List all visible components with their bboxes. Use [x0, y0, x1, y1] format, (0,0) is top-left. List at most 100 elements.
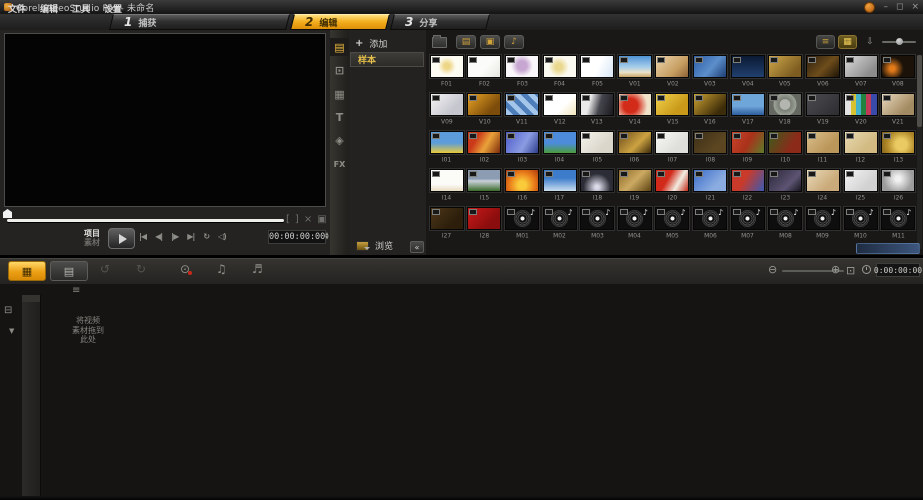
- thumbnail-V05[interactable]: V05: [767, 55, 805, 90]
- add-gallery-button[interactable]: + 添加: [355, 37, 387, 50]
- thumbnail-V06[interactable]: V06: [804, 55, 842, 90]
- thumbnail-I16[interactable]: I16: [503, 169, 541, 204]
- sort-button[interactable]: ⇩: [862, 35, 878, 49]
- library-nav-transition-icon[interactable]: ⊡: [330, 61, 349, 79]
- library-scrollbar-thumb[interactable]: [917, 55, 922, 127]
- clock-icon[interactable]: [862, 265, 871, 274]
- zoom-out-icon[interactable]: ⊖: [768, 263, 777, 276]
- thumbnail-I03[interactable]: I03: [503, 131, 541, 166]
- thumbnail-M03[interactable]: ♪M03: [578, 207, 616, 242]
- thumbnail-I10[interactable]: I10: [767, 131, 805, 166]
- library-nav-title-icon[interactable]: T: [330, 108, 349, 126]
- close-button[interactable]: ×: [911, 2, 919, 12]
- filter-photos-button[interactable]: ▣: [480, 35, 500, 49]
- prev-frame-icon[interactable]: ◀|: [155, 232, 162, 241]
- thumbnail-I27[interactable]: I27: [428, 207, 466, 242]
- gallery-item-sample[interactable]: 样本: [350, 52, 424, 67]
- library-nav-instant-project-icon[interactable]: ▦: [330, 85, 349, 103]
- thumbnail-V07[interactable]: V07: [842, 55, 880, 90]
- thumbnail-I07[interactable]: I07: [654, 131, 692, 166]
- thumbnail-M07[interactable]: ♪M07: [729, 207, 767, 242]
- thumbnail-F02[interactable]: F02: [466, 55, 504, 90]
- thumbnail-V21[interactable]: V21: [879, 93, 917, 128]
- thumbnail-I22[interactable]: I22: [729, 169, 767, 204]
- sound-mixer-icon[interactable]: ♫: [216, 262, 227, 276]
- thumbnail-I06[interactable]: I06: [616, 131, 654, 166]
- thumbnail-M10[interactable]: ♪M10: [842, 207, 880, 242]
- thumbnail-F03[interactable]: F03: [503, 55, 541, 90]
- thumbnail-F01[interactable]: F01: [428, 55, 466, 90]
- thumbnail-V16[interactable]: V16: [691, 93, 729, 128]
- record-capture-icon[interactable]: ⊙: [180, 262, 190, 276]
- thumbnail-I01[interactable]: I01: [428, 131, 466, 166]
- thumbnail-V12[interactable]: V12: [541, 93, 579, 128]
- thumbnail-M08[interactable]: ♪M08: [767, 207, 805, 242]
- thumbnail-V17[interactable]: V17: [729, 93, 767, 128]
- thumbnail-V02[interactable]: V02: [654, 55, 692, 90]
- thumbnail-V09[interactable]: V09: [428, 93, 466, 128]
- split-clip-icon[interactable]: ×: [304, 214, 312, 225]
- thumbnail-V20[interactable]: V20: [842, 93, 880, 128]
- thumbnail-zoom-knob[interactable]: [896, 38, 903, 45]
- list-view-button[interactable]: ≡: [816, 35, 835, 49]
- tab-capture[interactable]: 1 捕获: [109, 14, 290, 30]
- thumbnail-I08[interactable]: I08: [691, 131, 729, 166]
- thumbnail-M04[interactable]: ♪M04: [616, 207, 654, 242]
- track-scroll-arrow-icon[interactable]: ▼: [9, 327, 14, 335]
- menu-item-2[interactable]: 工具: [72, 2, 90, 15]
- undo-icon[interactable]: ↺: [100, 262, 110, 276]
- thumbnail-M01[interactable]: ♪M01: [503, 207, 541, 242]
- home-icon[interactable]: |◀: [139, 232, 146, 241]
- fit-to-timeline-icon[interactable]: ⊡: [846, 264, 855, 277]
- thumbnail-M09[interactable]: ♪M09: [804, 207, 842, 242]
- thumbnail-V15[interactable]: V15: [654, 93, 692, 128]
- thumbnail-I24[interactable]: I24: [804, 169, 842, 204]
- library-nav-graphic-icon[interactable]: ◈: [330, 131, 349, 149]
- mark-out-button[interactable]: ]: [295, 214, 299, 225]
- thumbnail-V03[interactable]: V03: [691, 55, 729, 90]
- library-nav-media-icon[interactable]: ▤: [330, 38, 349, 56]
- thumbnail-V18[interactable]: V18: [767, 93, 805, 128]
- timeline-view-button[interactable]: ▤: [50, 261, 88, 281]
- filter-audio-button[interactable]: ♪: [504, 35, 524, 49]
- mark-in-button[interactable]: [: [286, 214, 290, 225]
- thumbnail-V14[interactable]: V14: [616, 93, 654, 128]
- timeline-menu-icon[interactable]: ≡: [72, 285, 80, 296]
- minimize-button[interactable]: –: [883, 2, 888, 12]
- thumbnail-I18[interactable]: I18: [578, 169, 616, 204]
- end-icon[interactable]: ▶|: [187, 232, 194, 241]
- thumbnail-I20[interactable]: I20: [654, 169, 692, 204]
- thumbnail-I13[interactable]: I13: [879, 131, 917, 166]
- thumbnail-I14[interactable]: I14: [428, 169, 466, 204]
- thumbnail-V10[interactable]: V10: [466, 93, 504, 128]
- filter-videos-button[interactable]: ▤: [456, 35, 476, 49]
- thumbnail-V04[interactable]: V04: [729, 55, 767, 90]
- thumbnail-V01[interactable]: V01: [616, 55, 654, 90]
- play-button[interactable]: [108, 228, 135, 249]
- grid-view-button[interactable]: ▦: [838, 35, 857, 49]
- thumbnail-I21[interactable]: I21: [691, 169, 729, 204]
- thumbnail-M02[interactable]: ♪M02: [541, 207, 579, 242]
- thumbnail-I19[interactable]: I19: [616, 169, 654, 204]
- thumbnail-F05[interactable]: F05: [578, 55, 616, 90]
- thumbnail-I02[interactable]: I02: [466, 131, 504, 166]
- folder-icon[interactable]: [432, 37, 447, 48]
- enlarge-preview-icon[interactable]: ▣: [317, 214, 326, 225]
- collapse-panel-button[interactable]: «: [410, 241, 424, 253]
- storyboard-view-button[interactable]: ▦: [8, 261, 46, 281]
- tab-share[interactable]: 3 分享: [390, 14, 490, 30]
- auto-music-icon[interactable]: ♬: [252, 262, 263, 276]
- track-manager-icon[interactable]: ⊟: [4, 305, 12, 316]
- thumbnail-I11[interactable]: I11: [804, 131, 842, 166]
- mode-project[interactable]: 项目: [84, 229, 100, 238]
- thumbnail-V19[interactable]: V19: [804, 93, 842, 128]
- thumbnail-I12[interactable]: I12: [842, 131, 880, 166]
- thumbnail-M05[interactable]: ♪M05: [654, 207, 692, 242]
- playback-mode-toggle[interactable]: 项目 素材: [84, 229, 100, 247]
- thumbnail-V13[interactable]: V13: [578, 93, 616, 128]
- browse-button[interactable]: 浏览: [356, 239, 393, 252]
- thumbnail-I17[interactable]: I17: [541, 169, 579, 204]
- timeline-canvas[interactable]: [0, 284, 923, 496]
- thumbnail-I05[interactable]: I05: [578, 131, 616, 166]
- help-icon[interactable]: [864, 2, 875, 13]
